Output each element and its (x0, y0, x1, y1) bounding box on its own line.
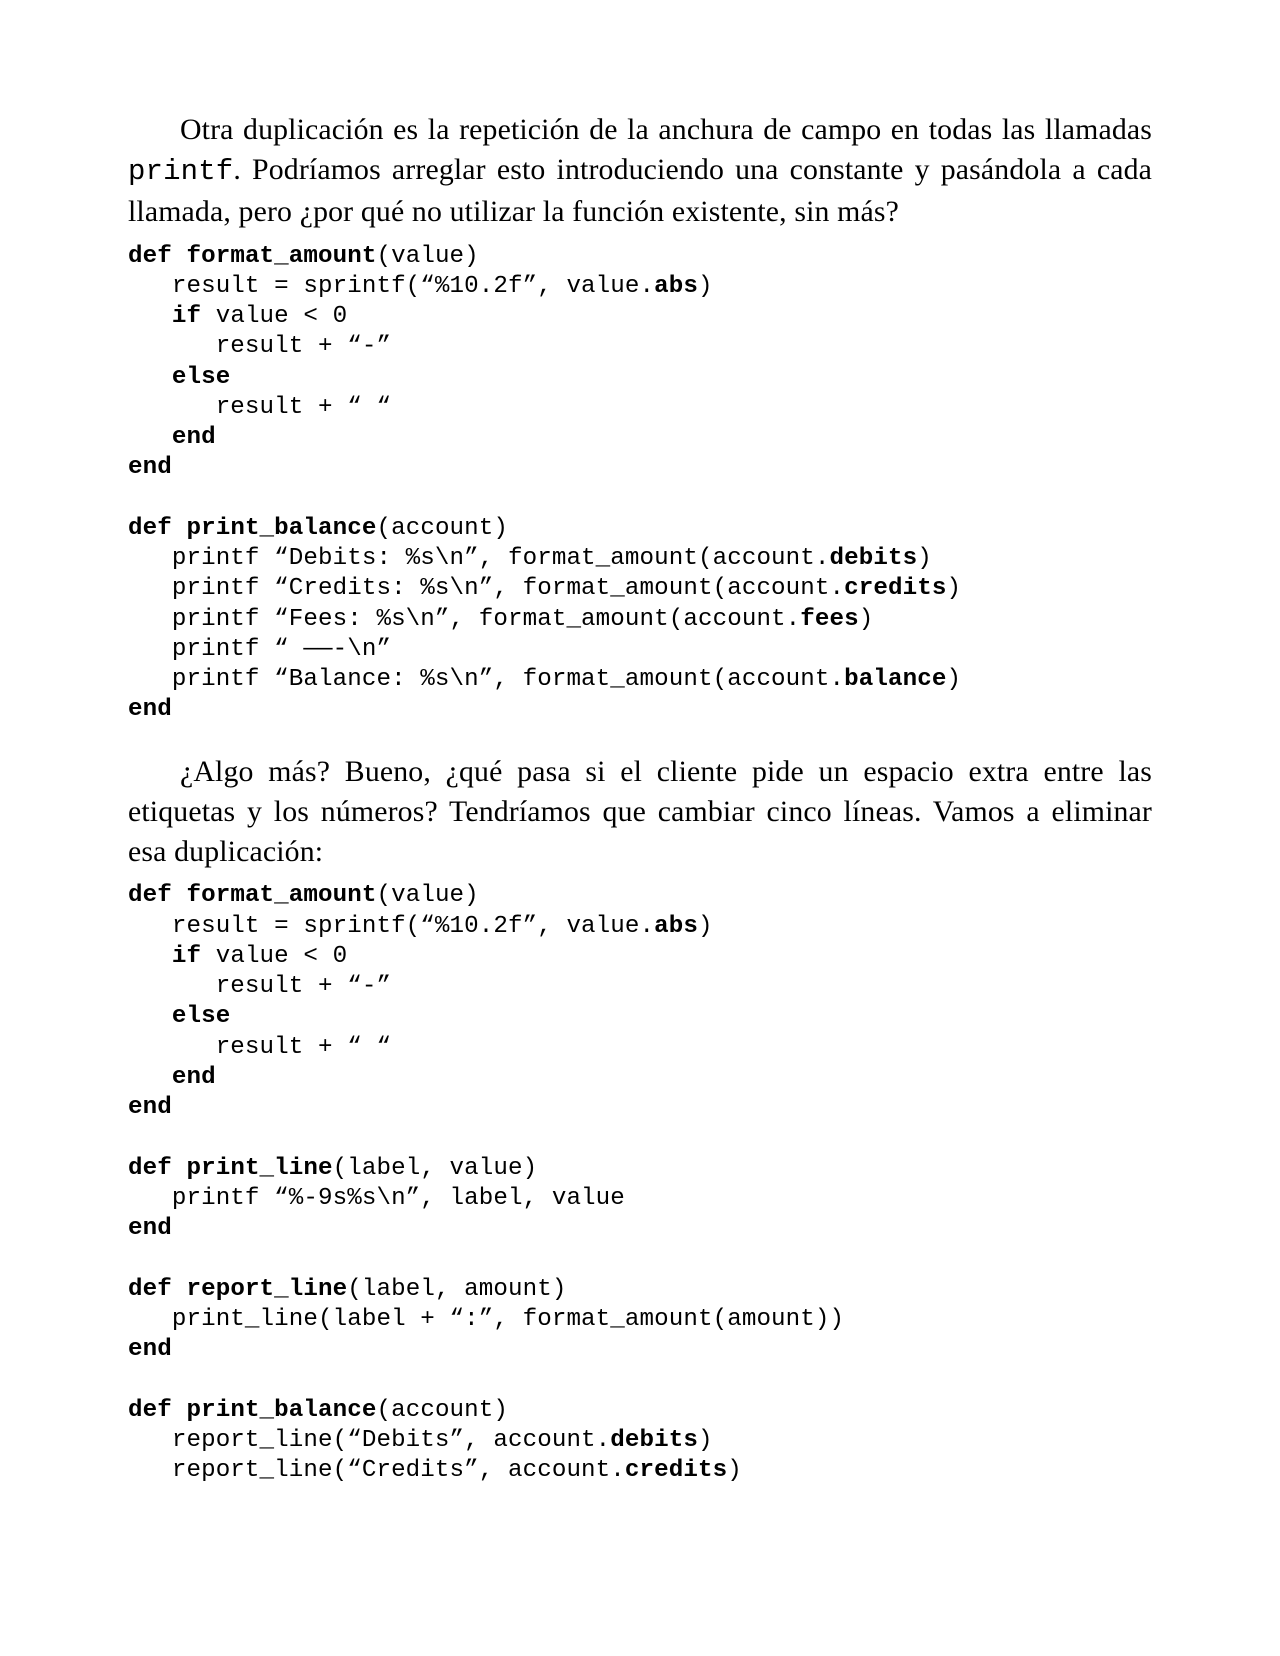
kw-end: end (128, 454, 172, 481)
page: Otra duplicación es la repetición de la … (0, 0, 1280, 1656)
kw-end: end (172, 424, 216, 451)
kw-def: def (128, 1155, 172, 1182)
kw-def: def (128, 1397, 172, 1424)
kw-def: def (128, 1276, 172, 1303)
kw-end: end (172, 1064, 216, 1091)
method-abs: abs (654, 273, 698, 300)
kw-def: def (128, 882, 172, 909)
method-credits: credits (844, 575, 946, 602)
kw-end: end (128, 1215, 172, 1242)
kw-if: if (172, 303, 201, 330)
code-block-2: def format_amount(value) result = sprint… (128, 881, 1152, 1486)
method-balance: balance (844, 666, 946, 693)
fn-print-balance: print_balance (186, 515, 376, 542)
fn-format-amount: format_amount (186, 882, 376, 909)
kw-else: else (172, 1003, 230, 1030)
method-debits: debits (610, 1427, 698, 1454)
kw-end: end (128, 1094, 172, 1121)
method-abs: abs (654, 913, 698, 940)
method-credits: credits (625, 1457, 727, 1484)
paragraph-2: ¿Algo más? Bueno, ¿qué pasa si el client… (128, 752, 1152, 872)
fn-format-amount: format_amount (186, 243, 376, 270)
paragraph-1-pre: Otra duplicación es la repetición de la … (180, 113, 1152, 146)
kw-def: def (128, 243, 172, 270)
kw-def: def (128, 515, 172, 542)
fn-print-line: print_line (186, 1155, 332, 1182)
method-fees: fees (800, 606, 858, 633)
paragraph-1-post: . Podríamos arreglar esto introduciendo … (128, 153, 1152, 228)
kw-end: end (128, 696, 172, 723)
kw-else: else (172, 364, 230, 391)
kw-end: end (128, 1336, 172, 1363)
paragraph-1: Otra duplicación es la repetición de la … (128, 110, 1152, 232)
inline-code-printf: printf (128, 155, 233, 188)
fn-report-line: report_line (186, 1276, 347, 1303)
kw-if: if (172, 943, 201, 970)
fn-print-balance: print_balance (186, 1397, 376, 1424)
method-debits: debits (830, 545, 918, 572)
code-block-1: def format_amount(value) result = sprint… (128, 242, 1152, 726)
